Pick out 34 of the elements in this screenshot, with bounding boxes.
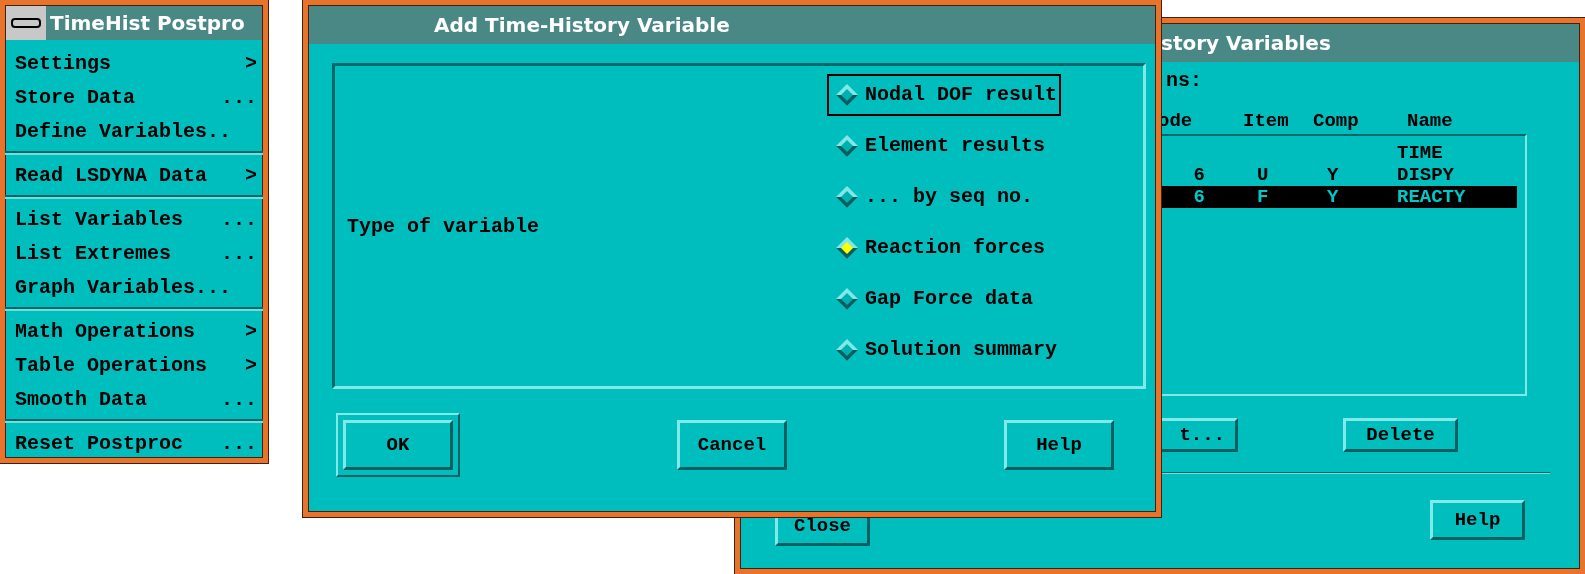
system-menu-icon[interactable] bbox=[6, 6, 46, 40]
column-header: Comp bbox=[1313, 110, 1360, 132]
column-header: Name bbox=[1406, 110, 1454, 132]
field-label: Type of variable bbox=[347, 214, 540, 238]
menu-item[interactable]: Reset Postproc ... bbox=[9, 426, 259, 460]
menu-item[interactable]: Graph Variables... bbox=[9, 270, 259, 304]
radio-option[interactable]: Element results bbox=[826, 124, 1061, 167]
menu-item[interactable]: Read LSDYNA Data > bbox=[9, 158, 259, 192]
menu-item[interactable]: List Variables ... bbox=[9, 202, 259, 236]
menu-item[interactable]: List Extremes ... bbox=[9, 236, 259, 270]
dialog-button[interactable]: Cancel bbox=[677, 420, 787, 470]
window-title: TimeHist Postpro bbox=[50, 11, 245, 35]
menu-item[interactable]: Store Data ... bbox=[9, 80, 259, 114]
menu-item[interactable]: Math Operations > bbox=[9, 314, 259, 348]
list-row[interactable]: 6 F Y REACTY bbox=[1160, 186, 1517, 208]
radio-option[interactable]: Nodal DOF result bbox=[826, 73, 1061, 116]
dialog-button[interactable]: Help bbox=[1004, 420, 1114, 470]
menu-item[interactable]: Settings > bbox=[9, 46, 259, 80]
window-title: story Variables bbox=[1161, 31, 1331, 55]
menu-item[interactable]: Smooth Data ... bbox=[9, 382, 259, 416]
radio-option[interactable]: Reaction forces bbox=[826, 226, 1061, 269]
list-row[interactable]: 6 U Y DISPY bbox=[1160, 164, 1517, 186]
footer-button[interactable]: Help bbox=[1430, 500, 1525, 540]
radio-option[interactable]: Gap Force data bbox=[826, 277, 1061, 320]
dialog-button[interactable]: OK bbox=[343, 420, 453, 470]
list-row[interactable]: TIME bbox=[1160, 142, 1517, 164]
radio-option[interactable]: ... by seq no. bbox=[826, 175, 1061, 218]
caption-label: ns: bbox=[1165, 69, 1203, 92]
menu-item[interactable]: Define Variables.. bbox=[9, 114, 259, 148]
radio-option[interactable]: Solution summary bbox=[826, 328, 1061, 371]
dialog-title: Add Time-History Variable bbox=[434, 13, 730, 37]
column-header: Item bbox=[1243, 110, 1290, 132]
list-button[interactable]: Delete bbox=[1343, 418, 1458, 452]
menu-item[interactable]: Table Operations > bbox=[9, 348, 259, 382]
